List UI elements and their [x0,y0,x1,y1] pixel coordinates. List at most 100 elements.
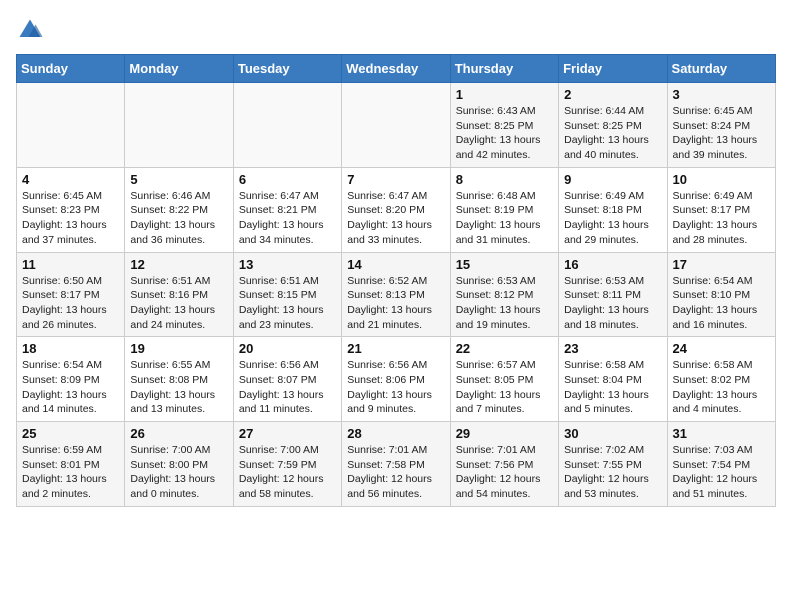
calendar-cell: 9 Sunrise: 6:49 AM Sunset: 8:18 PM Daylig… [559,167,667,252]
day-number: 13 [239,257,336,272]
calendar-cell: 12 Sunrise: 6:51 AM Sunset: 8:16 PM Dayli… [125,252,233,337]
calendar-cell: 10 Sunrise: 6:49 AM Sunset: 8:17 PM Dayli… [667,167,775,252]
calendar-cell: 26Sunrise: 7:00 AM Sunset: 8:00 PM Dayli… [125,422,233,507]
day-number: 15 [456,257,553,272]
calendar-cell: 21 Sunrise: 6:56 AM Sunset: 8:06 PM Dayli… [342,337,450,422]
weekday-header-tuesday: Tuesday [233,55,341,83]
calendar-cell: 16 Sunrise: 6:53 AM Sunset: 8:11 PM Dayli… [559,252,667,337]
week-row-5: 25 Sunrise: 6:59 AM Sunset: 8:01 PM Dayli… [17,422,776,507]
day-info: Sunrise: 7:00 AM Sunset: 7:59 PM Dayligh… [239,443,336,502]
day-info: Sunrise: 6:46 AM Sunset: 8:22 PM Dayligh… [130,189,227,248]
calendar-cell: 27 Sunrise: 7:00 AM Sunset: 7:59 PM Dayli… [233,422,341,507]
day-number: 9 [564,172,661,187]
day-number: 7 [347,172,444,187]
week-row-3: 11 Sunrise: 6:50 AM Sunset: 8:17 PM Dayli… [17,252,776,337]
calendar-cell: 20 Sunrise: 6:56 AM Sunset: 8:07 PM Dayli… [233,337,341,422]
day-info: Sunrise: 6:51 AM Sunset: 8:16 PM Dayligh… [130,274,227,333]
day-info: Sunrise: 6:45 AM Sunset: 8:24 PM Dayligh… [673,104,770,163]
day-info: Sunrise: 6:53 AM Sunset: 8:11 PM Dayligh… [564,274,661,333]
weekday-header-friday: Friday [559,55,667,83]
calendar-header: SundayMondayTuesdayWednesdayThursdayFrid… [17,55,776,83]
day-info: Sunrise: 6:45 AM Sunset: 8:23 PM Dayligh… [22,189,119,248]
day-number: 30 [564,426,661,441]
day-info: Sunrise: 6:47 AM Sunset: 8:21 PM Dayligh… [239,189,336,248]
calendar-cell: 17 Sunrise: 6:54 AM Sunset: 8:10 PM Dayli… [667,252,775,337]
day-number: 4 [22,172,119,187]
day-info: Sunrise: 6:58 AM Sunset: 8:04 PM Dayligh… [564,358,661,417]
day-number: 16 [564,257,661,272]
calendar-cell: 15 Sunrise: 6:53 AM Sunset: 8:12 PM Dayli… [450,252,558,337]
day-number: 19 [130,341,227,356]
day-info: Sunrise: 6:43 AM Sunset: 8:25 PM Dayligh… [456,104,553,163]
week-row-2: 4 Sunrise: 6:45 AM Sunset: 8:23 PM Daylig… [17,167,776,252]
calendar-cell: 14 Sunrise: 6:52 AM Sunset: 8:13 PM Dayli… [342,252,450,337]
day-number: 20 [239,341,336,356]
day-number: 29 [456,426,553,441]
calendar-cell: 4 Sunrise: 6:45 AM Sunset: 8:23 PM Daylig… [17,167,125,252]
day-info: Sunrise: 6:52 AM Sunset: 8:13 PM Dayligh… [347,274,444,333]
calendar-cell: 30 Sunrise: 7:02 AM Sunset: 7:55 PM Dayli… [559,422,667,507]
calendar-cell: 25 Sunrise: 6:59 AM Sunset: 8:01 PM Dayli… [17,422,125,507]
day-info: Sunrise: 6:58 AM Sunset: 8:02 PM Dayligh… [673,358,770,417]
weekday-header-wednesday: Wednesday [342,55,450,83]
day-number: 12 [130,257,227,272]
day-info: Sunrise: 6:56 AM Sunset: 8:07 PM Dayligh… [239,358,336,417]
day-number: 10 [673,172,770,187]
day-number: 11 [22,257,119,272]
calendar-cell: 7 Sunrise: 6:47 AM Sunset: 8:20 PM Daylig… [342,167,450,252]
weekday-header-saturday: Saturday [667,55,775,83]
day-number: 18 [22,341,119,356]
calendar-cell: 2Sunrise: 6:44 AM Sunset: 8:25 PM Daylig… [559,83,667,168]
day-number: 31 [673,426,770,441]
calendar-body: 1Sunrise: 6:43 AM Sunset: 8:25 PM Daylig… [17,83,776,507]
day-number: 3 [673,87,770,102]
day-info: Sunrise: 6:56 AM Sunset: 8:06 PM Dayligh… [347,358,444,417]
calendar-cell: 6 Sunrise: 6:47 AM Sunset: 8:21 PM Daylig… [233,167,341,252]
calendar-cell: 24 Sunrise: 6:58 AM Sunset: 8:02 PM Dayli… [667,337,775,422]
weekday-header-thursday: Thursday [450,55,558,83]
day-info: Sunrise: 6:57 AM Sunset: 8:05 PM Dayligh… [456,358,553,417]
day-info: Sunrise: 7:03 AM Sunset: 7:54 PM Dayligh… [673,443,770,502]
day-info: Sunrise: 6:50 AM Sunset: 8:17 PM Dayligh… [22,274,119,333]
day-number: 24 [673,341,770,356]
day-number: 14 [347,257,444,272]
day-info: Sunrise: 6:47 AM Sunset: 8:20 PM Dayligh… [347,189,444,248]
day-number: 2 [564,87,661,102]
calendar-cell: 31 Sunrise: 7:03 AM Sunset: 7:54 PM Dayli… [667,422,775,507]
day-info: Sunrise: 6:49 AM Sunset: 8:18 PM Dayligh… [564,189,661,248]
calendar-cell: 23 Sunrise: 6:58 AM Sunset: 8:04 PM Dayli… [559,337,667,422]
day-info: Sunrise: 6:51 AM Sunset: 8:15 PM Dayligh… [239,274,336,333]
logo-icon [16,16,44,44]
day-number: 5 [130,172,227,187]
calendar-cell [233,83,341,168]
calendar-cell: 22 Sunrise: 6:57 AM Sunset: 8:05 PM Dayli… [450,337,558,422]
day-number: 23 [564,341,661,356]
day-number: 28 [347,426,444,441]
day-info: Sunrise: 6:59 AM Sunset: 8:01 PM Dayligh… [22,443,119,502]
calendar-cell: 18Sunrise: 6:54 AM Sunset: 8:09 PM Dayli… [17,337,125,422]
day-info: Sunrise: 6:54 AM Sunset: 8:10 PM Dayligh… [673,274,770,333]
day-info: Sunrise: 7:02 AM Sunset: 7:55 PM Dayligh… [564,443,661,502]
logo [16,16,48,44]
calendar-cell [342,83,450,168]
calendar-cell: 13 Sunrise: 6:51 AM Sunset: 8:15 PM Dayli… [233,252,341,337]
day-number: 6 [239,172,336,187]
day-info: Sunrise: 7:00 AM Sunset: 8:00 PM Dayligh… [130,443,227,502]
day-number: 27 [239,426,336,441]
calendar-cell [17,83,125,168]
day-info: Sunrise: 7:01 AM Sunset: 7:56 PM Dayligh… [456,443,553,502]
week-row-4: 18Sunrise: 6:54 AM Sunset: 8:09 PM Dayli… [17,337,776,422]
calendar-cell: 19 Sunrise: 6:55 AM Sunset: 8:08 PM Dayli… [125,337,233,422]
day-info: Sunrise: 6:55 AM Sunset: 8:08 PM Dayligh… [130,358,227,417]
day-number: 25 [22,426,119,441]
day-number: 22 [456,341,553,356]
day-info: Sunrise: 6:53 AM Sunset: 8:12 PM Dayligh… [456,274,553,333]
day-info: Sunrise: 7:01 AM Sunset: 7:58 PM Dayligh… [347,443,444,502]
calendar-cell: 28 Sunrise: 7:01 AM Sunset: 7:58 PM Dayli… [342,422,450,507]
day-number: 21 [347,341,444,356]
day-info: Sunrise: 6:49 AM Sunset: 8:17 PM Dayligh… [673,189,770,248]
weekday-header-sunday: Sunday [17,55,125,83]
day-number: 17 [673,257,770,272]
day-number: 8 [456,172,553,187]
calendar-cell: 8Sunrise: 6:48 AM Sunset: 8:19 PM Daylig… [450,167,558,252]
